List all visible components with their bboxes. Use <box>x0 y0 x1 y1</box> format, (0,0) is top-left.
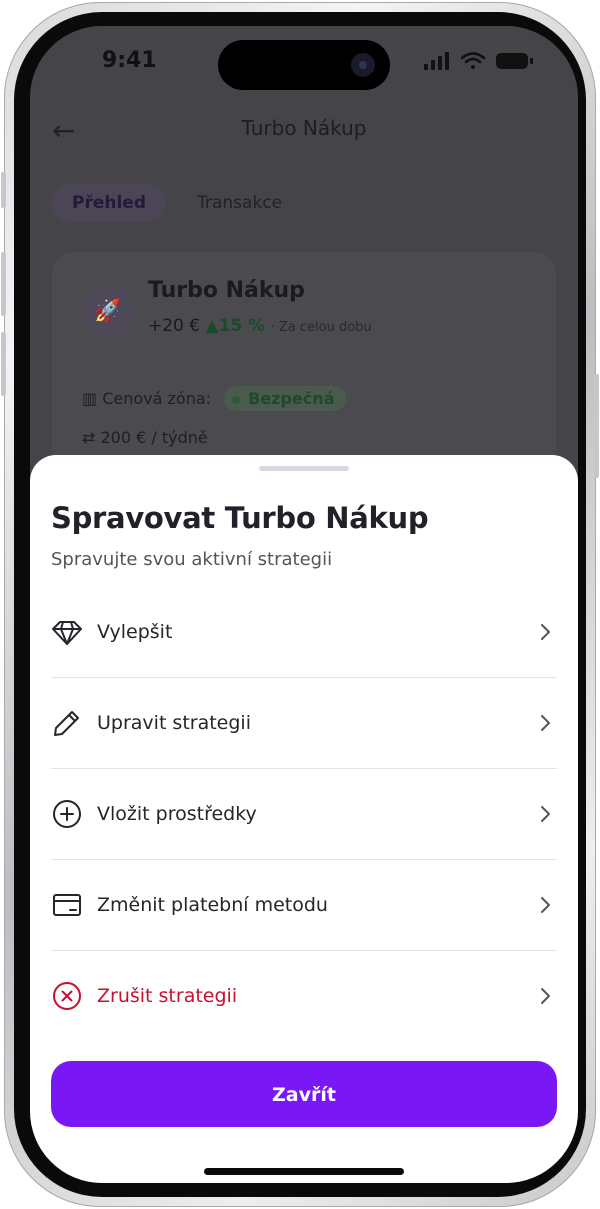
menu-item-deposit-funds[interactable]: Vložit prostředky <box>51 769 557 860</box>
tab-transakce: Transakce <box>197 193 283 213</box>
menu-label-cancel-strategy: Zrušit strategii <box>97 985 238 1007</box>
action-menu: Vylepšit Upravit strategii Vložit prostř… <box>51 587 557 1041</box>
diamond-icon <box>52 621 82 645</box>
volume-up-button <box>1 252 6 316</box>
chevron-right-icon <box>541 806 550 822</box>
power-button <box>594 374 599 478</box>
card-title: Turbo Nákup <box>148 278 305 303</box>
card-performance: +20 € ▲15 % · Za celou dobu <box>148 316 372 336</box>
action-button <box>1 172 6 208</box>
menu-item-cancel-strategy[interactable]: Zrušit strategii <box>51 951 557 1041</box>
dynamic-island <box>218 40 390 90</box>
chevron-right-icon <box>541 988 550 1004</box>
signal-icon <box>424 52 449 70</box>
menu-label-upgrade: Vylepšit <box>97 621 173 643</box>
background-title: Turbo Nákup <box>241 116 367 140</box>
menu-item-change-payment[interactable]: Změnit platební metodu <box>51 860 557 951</box>
menu-label-deposit-funds: Vložit prostředky <box>97 803 257 825</box>
card-zone-row: ▥ Cenová zóna: Bezpečná <box>82 386 347 411</box>
volume-down-button <box>1 332 6 396</box>
home-indicator[interactable] <box>204 1168 404 1175</box>
bar-chart-icon: ▥ <box>82 389 103 408</box>
card-period: · Za celou dobu <box>270 320 372 335</box>
pencil-icon <box>54 711 79 736</box>
phone-frame: 9:41 ← Turbo Nákup Přehled Transakce 🚀 T… <box>1 2 599 1207</box>
zone-badge: Bezpečná <box>224 386 347 411</box>
wifi-icon <box>460 52 486 69</box>
tab-prehled: Přehled <box>52 184 167 222</box>
chevron-right-icon <box>541 715 550 731</box>
frequency-value: 200 € / týdně <box>100 428 208 447</box>
background-header: ← Turbo Nákup <box>30 108 578 152</box>
x-circle-icon <box>53 982 81 1010</box>
background-tabs: Přehled Transakce <box>52 184 308 224</box>
card-icon <box>53 894 81 916</box>
chevron-right-icon <box>541 897 550 913</box>
card-change: ▲15 % <box>205 316 266 336</box>
repeat-icon: ⇄ <box>82 428 101 447</box>
screen: 9:41 ← Turbo Nákup Přehled Transakce 🚀 T… <box>30 26 578 1183</box>
status-time: 9:41 <box>102 48 157 73</box>
camera-icon <box>351 53 375 77</box>
chevron-right-icon <box>541 624 550 640</box>
sheet-subtitle: Spravujte svou aktivní strategii <box>51 549 333 570</box>
menu-item-upgrade[interactable]: Vylepšit <box>51 587 557 678</box>
sheet-title: Spravovat Turbo Nákup <box>51 501 429 535</box>
card-amount: +20 € <box>148 316 201 336</box>
menu-label-edit-strategy: Upravit strategii <box>97 712 251 734</box>
close-button[interactable]: Zavřít <box>51 1061 557 1127</box>
rocket-icon: 🚀 <box>82 286 134 338</box>
card-frequency-row: ⇄ 200 € / týdně <box>82 428 208 447</box>
plus-circle-icon <box>53 800 81 828</box>
sheet-grabber[interactable] <box>259 466 349 471</box>
battery-icon <box>496 53 533 69</box>
status-icons <box>424 52 533 70</box>
zone-label: Cenová zóna: <box>102 389 212 408</box>
menu-item-edit-strategy[interactable]: Upravit strategii <box>51 678 557 769</box>
manage-strategy-sheet: Spravovat Turbo Nákup Spravujte svou akt… <box>30 455 578 1183</box>
menu-label-change-payment: Změnit platební metodu <box>97 894 328 916</box>
